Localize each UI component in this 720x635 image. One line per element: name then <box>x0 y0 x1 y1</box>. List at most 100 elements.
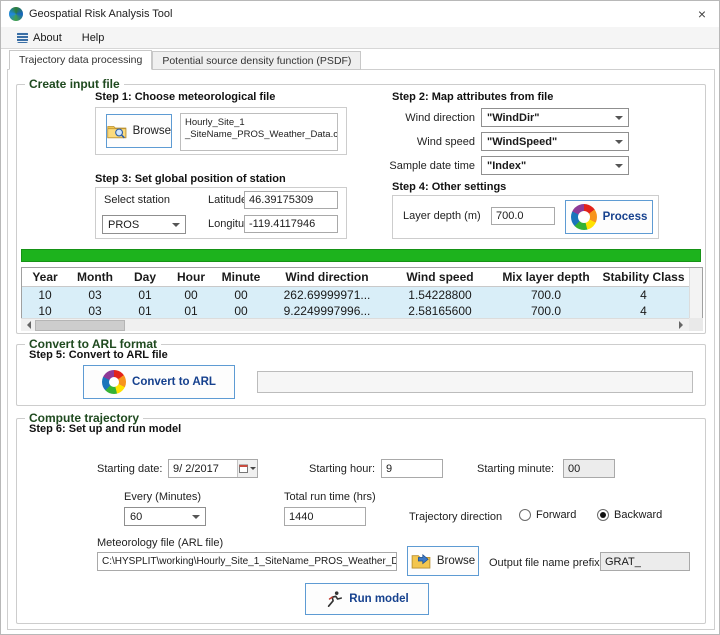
cell: 01 <box>122 303 168 319</box>
step2-title: Step 2: Map attributes from file <box>392 91 553 103</box>
step3-box: Select station Latitude 46.39175309 PROS… <box>95 187 347 239</box>
cell: 9.2249997996... <box>268 303 386 319</box>
col-header-year[interactable]: Year <box>22 268 68 287</box>
station-combobox[interactable]: PROS <box>102 215 186 234</box>
starting-minute-label: Starting minute: <box>477 463 554 475</box>
convert-arl-icon <box>102 370 126 394</box>
run-model-button[interactable]: Run model <box>305 583 429 615</box>
about-icon <box>17 32 28 43</box>
cell: 700.0 <box>494 287 598 303</box>
scroll-left-arrow-icon[interactable] <box>21 319 35 332</box>
tab-trajectory-data-processing[interactable]: Trajectory data processing <box>9 50 152 70</box>
step5-title: Step 5: Convert to ARL file <box>29 349 168 361</box>
col-header-wind-speed[interactable]: Wind speed <box>386 268 494 287</box>
longitude-input[interactable]: -119.4117946 <box>244 215 338 233</box>
col-header-month[interactable]: Month <box>68 268 122 287</box>
selected-file-display: Hourly_Site_1 _SiteName_PROS_Weather_Dat… <box>180 113 338 151</box>
group-convert-arl: Convert to ARL format Step 5: Convert to… <box>16 344 706 406</box>
wind-speed-combobox[interactable]: "WindSpeed" <box>481 132 629 151</box>
menu-about-label: About <box>33 32 62 44</box>
runner-icon <box>325 590 343 608</box>
total-run-time-label: Total run time (hrs) <box>284 491 376 503</box>
latitude-input[interactable]: 46.39175309 <box>244 191 338 209</box>
close-button[interactable]: × <box>685 1 719 27</box>
backward-radio[interactable]: Backward <box>597 509 662 521</box>
grid-row-1[interactable]: 10 03 01 00 00 262.69999971... 1.5422880… <box>22 287 702 303</box>
sample-date-time-combobox[interactable]: "Index" <box>481 156 629 175</box>
col-header-mix-layer-depth[interactable]: Mix layer depth <box>494 268 598 287</box>
run-model-label: Run model <box>349 593 408 605</box>
app-window: Geospatial Risk Analysis Tool × About He… <box>0 0 720 635</box>
tab-psdf[interactable]: Potential source density function (PSDF) <box>152 51 361 70</box>
grid-vertical-scrollbar[interactable] <box>689 268 702 319</box>
create-progress-bar <box>21 249 701 262</box>
browse-arl-label: Browse <box>437 555 475 567</box>
met-file-input[interactable]: C:\HYSPLIT\working\Hourly_Site_1_SiteNam… <box>97 552 397 571</box>
scroll-right-arrow-icon[interactable] <box>675 319 689 332</box>
starting-hour-label: Starting hour: <box>309 463 375 475</box>
convert-to-arl-label: Convert to ARL <box>132 376 216 388</box>
col-header-stability-class[interactable]: Stability Class <box>598 268 689 287</box>
cell: 00 <box>214 303 268 319</box>
wind-direction-combobox[interactable]: "WindDir" <box>481 108 629 127</box>
cell: 03 <box>68 303 122 319</box>
folder-search-icon <box>107 121 127 141</box>
app-icon <box>9 7 23 21</box>
scrollbar-thumb[interactable] <box>35 320 125 331</box>
sample-date-time-label: Sample date time <box>389 160 475 172</box>
cell: 03 <box>68 287 122 303</box>
convert-to-arl-button[interactable]: Convert to ARL <box>83 365 235 399</box>
process-button[interactable]: Process <box>565 200 653 234</box>
step4-title: Step 4: Other settings <box>392 181 506 193</box>
menu-help[interactable]: Help <box>74 30 113 46</box>
step6-title: Step 6: Set up and run model <box>29 423 181 435</box>
browse-met-file-button[interactable]: Browse <box>106 114 172 148</box>
cell: 4 <box>598 303 689 319</box>
col-header-day[interactable]: Day <box>122 268 168 287</box>
group-compute-trajectory: Compute trajectory Step 6: Set up and ru… <box>16 418 706 624</box>
trajectory-direction-label: Trajectory direction <box>409 511 502 523</box>
starting-minute-input[interactable]: 00 <box>563 459 615 478</box>
browse-arl-file-button[interactable]: Browse <box>407 546 479 576</box>
cell: 4 <box>598 287 689 303</box>
output-prefix-label: Output file name prefix <box>489 557 600 569</box>
cell: 01 <box>122 287 168 303</box>
step1-box: Browse Hourly_Site_1 _SiteName_PROS_Weat… <box>95 107 347 155</box>
grid-horizontal-scrollbar[interactable] <box>21 318 689 331</box>
radio-circle-icon <box>597 509 609 521</box>
date-dropdown-button[interactable] <box>237 460 257 477</box>
folder-open-icon <box>411 553 431 569</box>
starting-hour-input[interactable]: 9 <box>381 459 443 478</box>
every-minutes-combobox[interactable]: 60 <box>124 507 206 526</box>
col-header-minute[interactable]: Minute <box>214 268 268 287</box>
menu-help-label: Help <box>82 32 105 44</box>
calendar-icon <box>239 464 248 473</box>
backward-radio-label: Backward <box>614 509 662 521</box>
grid-row-2[interactable]: 10 03 01 01 00 9.2249997996... 2.5816560… <box>22 303 702 319</box>
scrollbar-corner <box>689 318 703 331</box>
radio-circle-icon <box>519 509 531 521</box>
step3-title: Step 3: Set global position of station <box>95 173 286 185</box>
every-minutes-label: Every (Minutes) <box>124 491 201 503</box>
window-title: Geospatial Risk Analysis Tool <box>29 8 172 20</box>
menu-about[interactable]: About <box>9 30 70 46</box>
step4-box: Layer depth (m) 700.0 Process <box>392 195 659 239</box>
layer-depth-label: Layer depth (m) <box>403 210 481 222</box>
cell: 10 <box>22 303 68 319</box>
starting-date-label: Starting date: <box>97 463 162 475</box>
latitude-label: Latitude <box>208 194 247 206</box>
process-pinwheel-icon <box>571 204 597 230</box>
met-file-label: Meteorology file (ARL file) <box>97 537 223 549</box>
output-prefix-input[interactable]: GRAT_ <box>600 552 690 571</box>
total-run-time-input[interactable]: 1440 <box>284 507 366 526</box>
starting-date-picker[interactable]: 9/ 2/2017 <box>168 459 258 478</box>
layer-depth-input[interactable]: 700.0 <box>491 207 555 225</box>
chevron-down-icon <box>250 467 256 473</box>
forward-radio[interactable]: Forward <box>519 509 576 521</box>
col-header-wind-direction[interactable]: Wind direction <box>268 268 386 287</box>
menu-bar: About Help <box>1 27 719 49</box>
cell: 700.0 <box>494 303 598 319</box>
tab-page: Create input file Step 1: Choose meteoro… <box>7 69 715 630</box>
col-header-hour[interactable]: Hour <box>168 268 214 287</box>
cell: 1.54228800 <box>386 287 494 303</box>
